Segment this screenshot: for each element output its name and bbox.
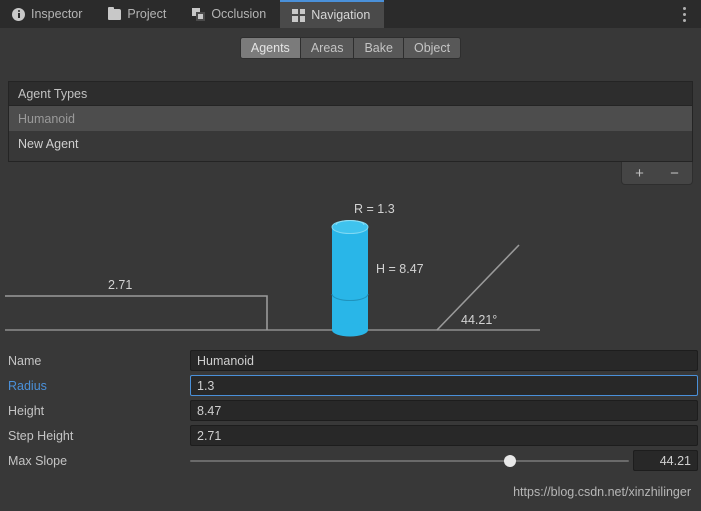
tab-inspector[interactable]: Inspector (0, 0, 96, 28)
mode-button-agents[interactable]: Agents (239, 37, 300, 59)
mode-button-areas[interactable]: Areas (299, 37, 354, 59)
radius-diagram-label: R = 1.3 (354, 202, 395, 216)
max-slope-diagram-label: 44.21° (461, 313, 498, 327)
agent-cylinder (331, 220, 369, 337)
folder-icon (108, 6, 122, 20)
tab-project-label: Project (127, 7, 167, 21)
name-label: Name (8, 353, 42, 368)
name-input[interactable]: Humanoid (190, 350, 698, 371)
agent-types-list: Agent Types Humanoid New Agent (8, 81, 693, 162)
diagram-svg (5, 220, 540, 337)
tab-project[interactable]: Project (96, 0, 180, 28)
agent-types-add-remove-bar: + − (621, 162, 693, 185)
remove-agent-type-button[interactable]: − (657, 162, 692, 184)
window-tab-bar: Inspector Project Occlusion Navigation (0, 0, 701, 28)
slider-track[interactable] (190, 454, 629, 467)
navigation-mode-toolbar: Agents Areas Bake Object (0, 36, 701, 60)
navigation-window: Inspector Project Occlusion Navigation A… (0, 0, 701, 511)
slider-thumb[interactable] (504, 454, 517, 467)
kebab-menu-icon[interactable] (667, 0, 701, 28)
mode-button-object[interactable]: Object (402, 37, 462, 59)
radius-label: Radius (8, 378, 47, 393)
list-item-humanoid[interactable]: Humanoid (9, 106, 692, 131)
step-height-line (5, 295, 268, 330)
agent-types-header: Agent Types (9, 82, 692, 106)
agent-preview-diagram: R = 1.3 H = 8.47 2.71 44.21° (0, 190, 701, 345)
step-height-diagram-label: 2.71 (108, 278, 133, 292)
step-height-label: Step Height (8, 428, 74, 443)
tab-occlusion[interactable]: Occlusion (180, 0, 280, 28)
agent-properties: Name Humanoid Radius 1.3 Height 8.47 Ste… (0, 348, 701, 473)
height-diagram-label: H = 8.47 (376, 262, 424, 276)
property-row-step-height: Step Height 2.71 (0, 423, 701, 448)
max-slope-value-input[interactable]: 44.21 (633, 450, 698, 471)
max-slope-slider[interactable] (190, 450, 629, 471)
occlusion-icon (192, 7, 206, 21)
step-height-input[interactable]: 2.71 (190, 425, 698, 446)
tab-occlusion-label: Occlusion (211, 7, 267, 21)
max-slope-label: Max Slope (8, 453, 68, 468)
mode-button-bake[interactable]: Bake (353, 37, 403, 59)
height-input[interactable]: 8.47 (190, 400, 698, 421)
cylinder-body (332, 227, 368, 330)
navigation-icon (292, 8, 306, 22)
property-row-name: Name Humanoid (0, 348, 701, 373)
add-agent-type-button[interactable]: + (622, 162, 657, 184)
radius-input[interactable]: 1.3 (190, 375, 698, 396)
height-label: Height (8, 403, 45, 418)
property-row-radius: Radius 1.3 (0, 373, 701, 398)
tab-navigation[interactable]: Navigation (280, 0, 385, 28)
list-item-new-agent[interactable]: New Agent (9, 131, 692, 156)
property-row-height: Height 8.47 (0, 398, 701, 423)
property-row-max-slope: Max Slope 44.21 (0, 448, 701, 473)
watermark-url: https://blog.csdn.net/xinzhilinger (513, 485, 691, 499)
info-icon (12, 7, 25, 21)
tab-inspector-label: Inspector (31, 7, 83, 21)
cylinder-bottom-cap (332, 323, 368, 337)
tab-navigation-label: Navigation (311, 8, 371, 22)
